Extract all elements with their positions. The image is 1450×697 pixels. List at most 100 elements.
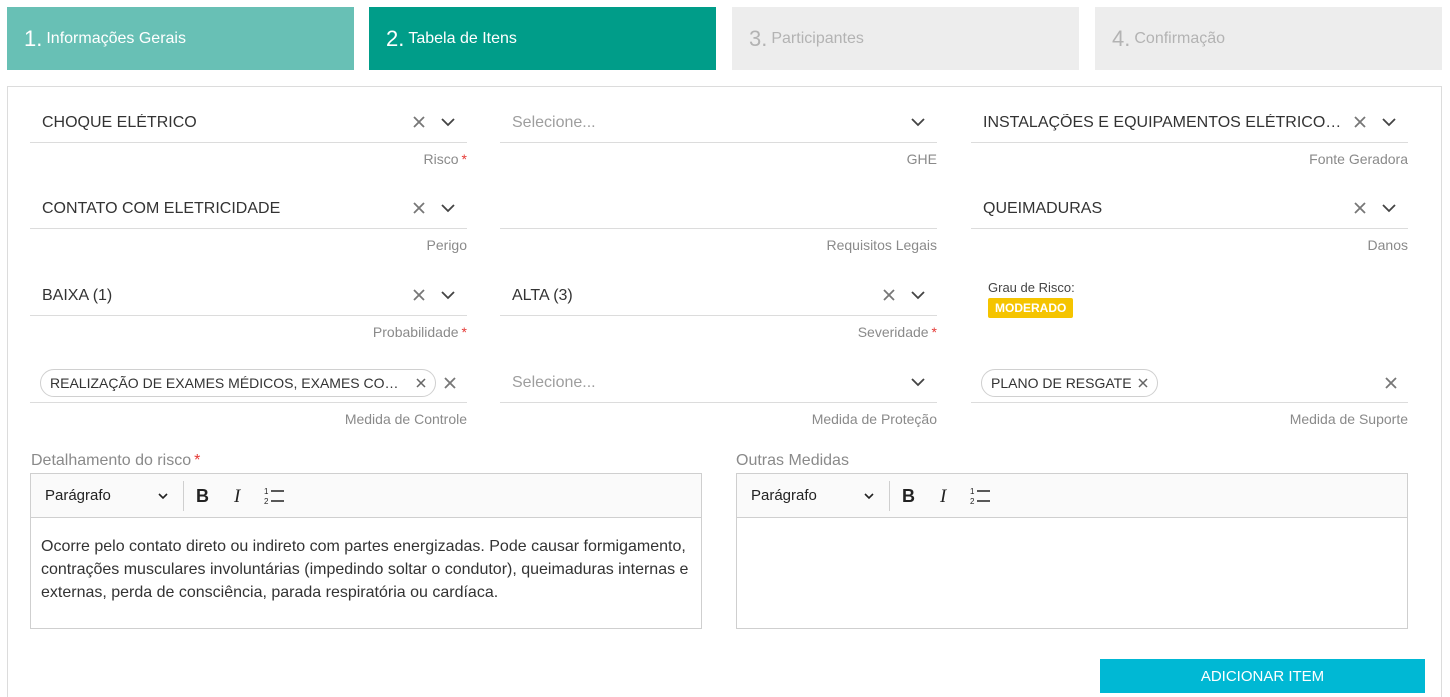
step-label: Informações Gerais (46, 29, 186, 47)
chevron-down-icon[interactable] (910, 374, 926, 390)
outras-medidas-content[interactable] (737, 518, 1407, 552)
adicionar-item-button[interactable]: ADICIONAR ITEM (1100, 659, 1425, 693)
italic-button[interactable]: I (220, 474, 256, 518)
italic-button[interactable]: I (926, 474, 962, 518)
perigo-select[interactable]: CONTATO COM ELETRICIDADE (30, 189, 467, 229)
danos-select[interactable]: QUEIMADURAS (971, 189, 1408, 229)
step-3-participantes[interactable]: 3. Participantes (732, 7, 1079, 70)
selected-tag: PLANO DE RESGATE (981, 368, 1158, 397)
svg-text:I: I (939, 487, 948, 505)
step-number: 4. (1112, 25, 1131, 51)
svg-text:1: 1 (264, 487, 269, 496)
italic-icon: I (939, 487, 948, 505)
clear-icon[interactable] (1383, 375, 1399, 391)
clear-icon[interactable] (1352, 200, 1368, 216)
requisitos-legais-input[interactable] (500, 189, 937, 229)
required-asterisk: * (931, 324, 937, 340)
clear-icon[interactable] (881, 287, 897, 303)
grau-de-risco-label: Grau de Risco: (988, 280, 1075, 295)
chevron-down-icon (158, 492, 168, 499)
step-label: Confirmação (1134, 29, 1226, 47)
medida-de-protecao-placeholder: Selecione... (512, 373, 596, 391)
step-4-confirmacao[interactable]: 4. Confirmação (1095, 7, 1442, 70)
clear-icon[interactable] (442, 375, 458, 391)
detalhamento-content[interactable]: Ocorre pelo contato direto ou indireto c… (31, 518, 701, 621)
svg-text:B: B (196, 487, 209, 505)
svg-text:I: I (233, 487, 242, 505)
item-form-card: CHOQUE ELÉTRICO Risco * Selecione... GHE … (7, 86, 1442, 697)
step-label: Participantes (771, 29, 864, 47)
ghe-placeholder: Selecione... (512, 113, 596, 131)
requisitos-legais-field: Requisitos Legais (500, 189, 937, 253)
perigo-label: Perigo (426, 237, 467, 253)
numbered-list-button[interactable]: 1 2 (256, 474, 292, 518)
medida-de-protecao-field: Selecione... Medida de Proteção (500, 363, 937, 427)
risco-field: CHOQUE ELÉTRICO Risco * (30, 103, 467, 167)
ghe-select[interactable]: Selecione... (500, 103, 937, 143)
editor-toolbar: Parágrafo B I 1 2 (737, 474, 1407, 518)
chevron-down-icon[interactable] (440, 287, 456, 303)
bold-icon: B (902, 487, 915, 505)
step-1-informacoes-gerais[interactable]: 1. Informações Gerais (7, 7, 354, 70)
medida-de-protecao-label: Medida de Proteção (811, 411, 937, 427)
medida-de-controle-select[interactable]: REALIZAÇÃO DE EXAMES MÉDICOS, EXAMES COM… (30, 363, 467, 403)
step-2-tabela-de-itens[interactable]: 2. Tabela de Itens (369, 7, 716, 70)
required-asterisk: * (461, 151, 467, 167)
step-number: 2. (386, 25, 405, 51)
medida-de-suporte-label: Medida de Suporte (1289, 411, 1408, 427)
bold-icon: B (196, 487, 209, 505)
clear-icon[interactable] (411, 200, 427, 216)
probabilidade-value: BAIXA (1) (42, 286, 113, 304)
ghe-field: Selecione... GHE (500, 103, 937, 167)
chevron-down-icon[interactable] (440, 200, 456, 216)
medida-de-controle-label: Medida de Controle (344, 411, 467, 427)
chevron-down-icon[interactable] (910, 114, 926, 130)
chevron-down-icon[interactable] (1381, 200, 1397, 216)
severidade-select[interactable]: ALTA (3) (500, 276, 937, 316)
bold-button[interactable]: B (890, 474, 926, 518)
probabilidade-label: Probabilidade * (372, 324, 467, 340)
fonte-geradora-field: INSTALAÇÕES E EQUIPAMENTOS ELÉTRICOS E E… (971, 103, 1408, 167)
ghe-label: GHE (906, 151, 937, 167)
chevron-down-icon[interactable] (1381, 114, 1397, 130)
numbered-list-button[interactable]: 1 2 (962, 474, 998, 518)
chevron-down-icon[interactable] (440, 114, 456, 130)
editor-toolbar: Parágrafo B I 1 2 (31, 474, 701, 518)
perigo-value: CONTATO COM ELETRICIDADE (42, 199, 281, 217)
fonte-geradora-label: Fonte Geradora (1309, 151, 1408, 167)
severidade-field: ALTA (3) Severidade * (500, 276, 937, 340)
chevron-down-icon (864, 492, 874, 499)
medida-de-suporte-field: PLANO DE RESGATE Medida de Suporte (971, 363, 1408, 427)
paragraph-format-value: Parágrafo (751, 487, 817, 504)
italic-icon: I (233, 487, 242, 505)
remove-tag-icon[interactable] (416, 377, 426, 388)
clear-icon[interactable] (411, 287, 427, 303)
paragraph-format-dropdown[interactable]: Parágrafo (31, 474, 183, 517)
clear-icon[interactable] (1352, 114, 1368, 130)
remove-tag-icon[interactable] (1138, 377, 1148, 388)
fonte-geradora-value: INSTALAÇÕES E EQUIPAMENTOS ELÉTRICOS E E… (983, 113, 1348, 131)
fonte-geradora-select[interactable]: INSTALAÇÕES E EQUIPAMENTOS ELÉTRICOS E E… (971, 103, 1408, 143)
bold-button[interactable]: B (184, 474, 220, 518)
paragraph-format-dropdown[interactable]: Parágrafo (737, 474, 889, 517)
selected-tag: REALIZAÇÃO DE EXAMES MÉDICOS, EXAMES COM… (40, 368, 436, 397)
medida-de-suporte-select[interactable]: PLANO DE RESGATE (971, 363, 1408, 403)
outras-medidas-editor: Parágrafo B I 1 2 (736, 473, 1408, 629)
severidade-value: ALTA (3) (512, 286, 573, 304)
danos-label: Danos (1367, 237, 1408, 253)
risco-select[interactable]: CHOQUE ELÉTRICO (30, 103, 467, 143)
probabilidade-select[interactable]: BAIXA (1) (30, 276, 467, 316)
step-number: 1. (24, 25, 43, 51)
clear-icon[interactable] (411, 114, 427, 130)
danos-field: QUEIMADURAS Danos (971, 189, 1408, 253)
requisitos-legais-label: Requisitos Legais (826, 237, 937, 253)
required-asterisk: * (461, 324, 467, 340)
chevron-down-icon[interactable] (910, 287, 926, 303)
medida-de-protecao-select[interactable]: Selecione... (500, 363, 937, 403)
detalhamento-label: Detalhamento do risco * (31, 452, 201, 469)
grau-de-risco-badge: MODERADO (988, 298, 1074, 318)
required-asterisk: * (194, 452, 201, 469)
medida-de-controle-field: REALIZAÇÃO DE EXAMES MÉDICOS, EXAMES COM… (30, 363, 467, 427)
tag-label: REALIZAÇÃO DE EXAMES MÉDICOS, EXAMES COM… (50, 374, 410, 391)
svg-text:2: 2 (970, 497, 975, 506)
